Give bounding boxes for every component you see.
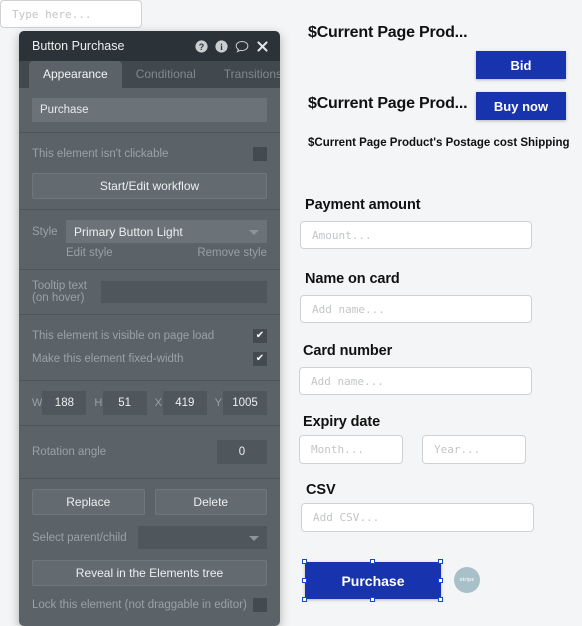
selection-handle-bottom-right[interactable] (438, 597, 443, 602)
style-row: Style Primary Button Light (32, 220, 267, 243)
lock-element-row: Lock this element (not draggable in edit… (32, 598, 267, 612)
edit-style-link[interactable]: Edit style (66, 247, 113, 259)
product-price-title-1: $Current Page Prod... (308, 24, 468, 41)
parent-child-label: Select parent/child (32, 531, 127, 544)
parent-child-row: Select parent/child (32, 526, 267, 549)
style-label: Style (32, 225, 58, 238)
selection-handle-bottom-left[interactable] (302, 597, 307, 602)
element-text-input[interactable] (32, 98, 267, 122)
visible-on-load-row: This element is visible on page load (32, 329, 267, 343)
comment-icon[interactable] (235, 40, 249, 53)
panel-tabs: Appearance Conditional Transitions (19, 61, 280, 88)
rotation-input[interactable] (217, 440, 267, 464)
tooltip-row: Tooltip text (on hover) (32, 280, 267, 304)
stripe-badge-label: stripe (459, 577, 475, 583)
selection-handle-top-center[interactable] (370, 559, 375, 564)
replace-button[interactable]: Replace (32, 489, 145, 515)
product-title-row-2: $Current Page Prod... (308, 95, 468, 113)
stripe-badge-icon: stripe (454, 567, 480, 593)
section-visibility: This element is visible on page load Mak… (19, 315, 280, 381)
chevron-down-icon (249, 229, 259, 235)
replace-delete-row: Replace Delete (32, 489, 267, 515)
label-payment-amount: Payment amount (305, 197, 421, 213)
clickable-label: This element isn't clickable (32, 148, 169, 160)
selection-handle-top-left[interactable] (302, 559, 307, 564)
tooltip-input[interactable] (101, 281, 267, 303)
clickable-row: This element isn't clickable (32, 147, 267, 161)
section-style: Style Primary Button Light Edit style Re… (19, 210, 280, 270)
section-clickable: This element isn't clickable Start/Edit … (19, 133, 280, 210)
tab-conditional[interactable]: Conditional (122, 61, 210, 88)
remove-style-link[interactable]: Remove style (197, 247, 267, 259)
bid-amount-input[interactable] (0, 0, 142, 28)
product-title-row-1: $Current Page Prod... (308, 24, 468, 42)
dimensions-row: W H X Y (32, 391, 267, 415)
selection-handle-bottom-center[interactable] (370, 597, 375, 602)
product-price-title-2: $Current Page Prod... (308, 95, 468, 112)
style-links: Edit style Remove style (32, 247, 267, 259)
reveal-in-elements-tree-button[interactable]: Reveal in the Elements tree (32, 560, 267, 586)
label-card-number: Card number (303, 343, 393, 359)
visible-on-load-checkbox[interactable] (253, 329, 267, 343)
lock-element-checkbox[interactable] (253, 598, 267, 612)
x-input[interactable] (162, 391, 207, 415)
rotation-row: Rotation angle (32, 440, 267, 464)
parent-child-select[interactable] (138, 526, 267, 549)
fixed-width-label: Make this element fixed-width (32, 353, 184, 365)
help-icon[interactable]: ? (195, 39, 208, 53)
selection-handle-top-right[interactable] (438, 559, 443, 564)
lock-element-label: Lock this element (not draggable in edit… (32, 599, 247, 611)
rotation-label: Rotation angle (32, 446, 107, 458)
section-actions: Replace Delete Select parent/child Revea… (19, 479, 280, 626)
clickable-checkbox[interactable] (253, 147, 267, 161)
bid-button[interactable]: Bid (476, 51, 566, 79)
section-rotation: Rotation angle (19, 426, 280, 479)
y-input[interactable] (223, 391, 267, 415)
purchase-button[interactable]: Purchase (305, 562, 441, 599)
style-select-value: Primary Button Light (74, 224, 183, 239)
section-tooltip: Tooltip text (on hover) (19, 270, 280, 315)
label-csv: CSV (306, 482, 336, 498)
fixed-width-row: Make this element fixed-width (32, 352, 267, 366)
element-inspector-panel: Button Purchase ? i Appearance Condition… (19, 31, 280, 626)
panel-title: Button Purchase (32, 39, 125, 53)
fixed-width-checkbox[interactable] (253, 352, 267, 366)
width-label: W (32, 397, 43, 409)
visible-on-load-label: This element is visible on page load (32, 330, 215, 342)
card-number-input[interactable] (299, 367, 532, 395)
name-on-card-input[interactable] (300, 295, 532, 323)
panel-header-icons: ? i (195, 39, 269, 53)
label-name-on-card: Name on card (305, 271, 400, 287)
selection-handle-middle-left[interactable] (302, 578, 307, 583)
csv-input[interactable] (301, 503, 534, 532)
section-dimensions: W H X Y (19, 381, 280, 426)
expiry-year-input[interactable] (422, 435, 526, 464)
expiry-month-input[interactable] (299, 435, 403, 464)
chevron-down-icon-parent (249, 535, 259, 541)
info-icon[interactable]: i (215, 39, 228, 53)
label-expiry-date: Expiry date (303, 414, 381, 430)
y-label: Y (214, 397, 223, 409)
shipping-cost-note: $Current Page Product's Postage cost Shi… (308, 137, 570, 149)
tooltip-label: Tooltip text (on hover) (32, 280, 87, 304)
close-icon[interactable] (256, 40, 269, 53)
tab-appearance[interactable]: Appearance (29, 61, 122, 88)
start-edit-workflow-button[interactable]: Start/Edit workflow (32, 173, 267, 199)
height-label: H (94, 397, 103, 409)
tab-transitions[interactable]: Transitions (210, 61, 280, 88)
svg-text:?: ? (199, 41, 204, 51)
x-label: X (154, 397, 162, 409)
panel-header: Button Purchase ? i (19, 31, 280, 61)
delete-button[interactable]: Delete (154, 489, 267, 515)
height-input[interactable] (102, 391, 147, 415)
buy-now-button[interactable]: Buy now (476, 92, 566, 120)
style-select[interactable]: Primary Button Light (66, 220, 267, 243)
selection-handle-middle-right[interactable] (438, 578, 443, 583)
section-element-text (19, 88, 280, 133)
payment-amount-input[interactable] (300, 221, 532, 249)
width-input[interactable] (42, 391, 87, 415)
